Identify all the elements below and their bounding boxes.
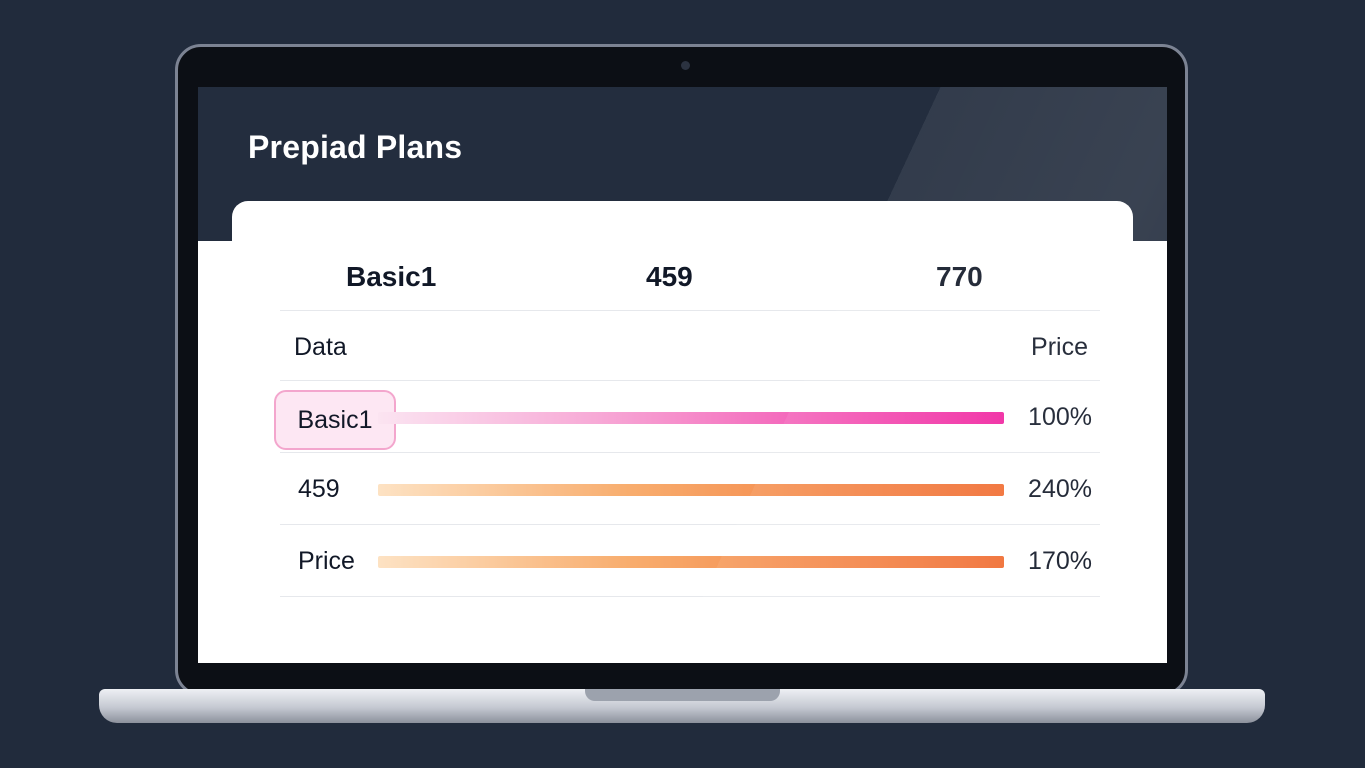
progress-bar: [378, 484, 1004, 496]
plans-table: Basic1 459 770 Data Price Basic1 100% 45…: [274, 241, 1100, 597]
header-cell[interactable]: Basic1: [346, 261, 436, 293]
column-label-data: Data: [294, 333, 347, 361]
row-value: 100%: [1028, 403, 1092, 431]
row-label: Price: [298, 547, 355, 575]
table-row[interactable]: 459 240%: [280, 453, 1100, 525]
progress-bar: [378, 412, 1004, 424]
row-label: 459: [298, 475, 340, 503]
page-title: Prepiad Plans: [248, 129, 463, 165]
laptop-notch: [585, 689, 780, 701]
progress-bar: [378, 556, 1004, 568]
column-label-price: Price: [1031, 333, 1088, 361]
table-row[interactable]: Basic1 100%: [274, 381, 1100, 453]
screen: Prepiad Plans Basic1 459 770 Data Price …: [198, 87, 1167, 663]
row-value: 240%: [1028, 475, 1092, 503]
header-cell[interactable]: 770: [936, 261, 983, 293]
row-value: 170%: [1028, 547, 1092, 575]
table-subheader-row: Data Price: [280, 311, 1100, 381]
header-cell[interactable]: 459: [646, 261, 693, 293]
camera-icon: [681, 61, 690, 70]
table-row[interactable]: Price 170%: [280, 525, 1100, 597]
plans-card: Basic1 459 770 Data Price Basic1 100% 45…: [232, 201, 1133, 663]
table-header-row: Basic1 459 770: [280, 241, 1100, 311]
